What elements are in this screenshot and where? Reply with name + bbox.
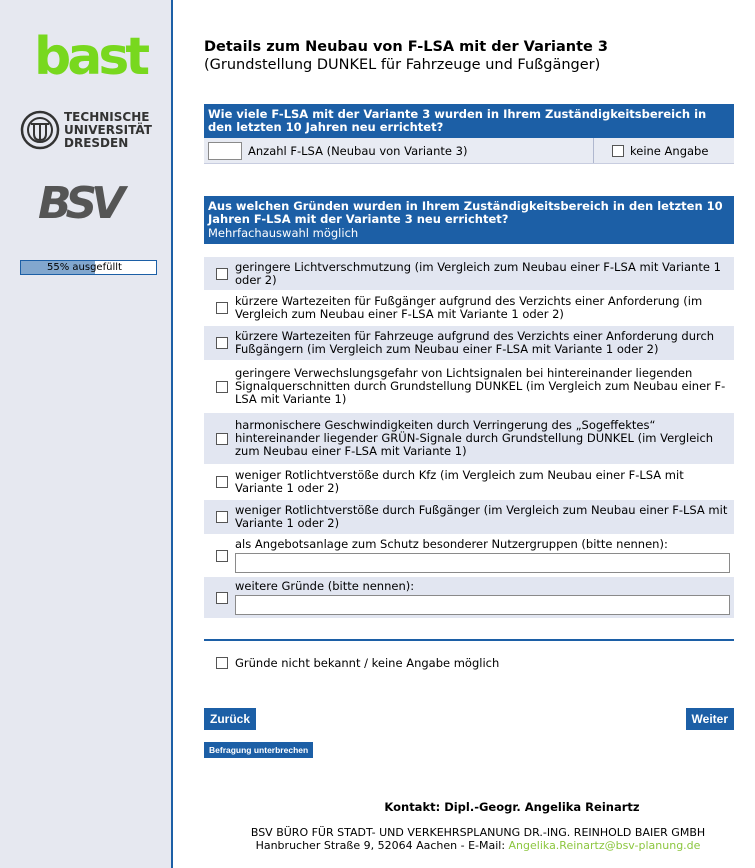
count-input-label: Anzahl F-LSA (Neubau von Variante 3) <box>248 143 468 158</box>
question-count-header: Wie viele F-LSA mit der Variante 3 wurde… <box>204 104 734 138</box>
reason-checkbox[interactable] <box>216 337 228 349</box>
contact-email-link[interactable]: Angelika.Reinartz@bsv-planung.de <box>509 839 701 852</box>
reason-label: weniger Rotlichtverstöße durch Fußgänger… <box>235 503 728 530</box>
reasons-unknown-label: Gründe nicht bekannt / keine Angabe mögl… <box>235 656 500 670</box>
reason-option[interactable]: geringere Verwechslungsgefahr von Lichts… <box>204 361 734 413</box>
no-answer-label: keine Angabe <box>630 143 709 158</box>
spacer <box>204 244 734 257</box>
tud-line-3: DRESDEN <box>64 136 129 150</box>
question-reasons-text: Aus welchen Gründen wurden in Ihrem Zust… <box>208 199 723 226</box>
tu-dresden-seal-icon <box>20 110 60 150</box>
reason-checkbox[interactable] <box>216 432 228 445</box>
contact-line: Kontakt: Dipl.-Geogr. Angelika Reinartz <box>384 800 640 814</box>
reason-option[interactable]: geringere Lichtverschmutzung (im Verglei… <box>204 257 734 291</box>
bast-logo: bast <box>34 27 150 87</box>
reason-label: weitere Gründe (bitte nennen): <box>235 579 415 593</box>
reason-checkbox[interactable] <box>216 549 228 562</box>
user-group-text-field[interactable] <box>235 553 730 573</box>
tu-dresden-wordmark: TECHNISCHE UNIVERSITÄT DRESDEN <box>64 111 152 150</box>
company-name: BSV BÜRO FÜR STADT- UND VERKEHRSPLANUNG … <box>250 826 706 839</box>
reason-option[interactable]: harmonischere Geschwindigkeiten durch Ve… <box>204 413 734 465</box>
next-button[interactable]: Weiter <box>685 708 734 730</box>
question-reasons: Aus welchen Gründen wurden in Ihrem Zust… <box>204 196 734 619</box>
tu-dresden-logo: TECHNISCHE UNIVERSITÄT DRESDEN <box>20 108 160 158</box>
multi-select-hint: Mehrfachauswahl möglich <box>208 226 359 240</box>
bsv-logo: BSV <box>38 180 134 222</box>
page-subtitle: (Grundstellung DUNKEL für Fahrzeuge und … <box>204 57 601 73</box>
question-reasons-header: Aus welchen Gründen wurden in Ihrem Zust… <box>204 196 734 244</box>
reason-label: als Angebotsanlage zum Schutz besonderer… <box>235 537 668 551</box>
reason-option[interactable]: kürzere Wartezeiten für Fahrzeuge aufgru… <box>204 326 734 361</box>
company-info: BSV BÜRO FÜR STADT- UND VERKEHRSPLANUNG … <box>222 826 734 852</box>
pause-survey-button[interactable]: Befragung unterbrechen <box>204 742 314 758</box>
no-answer-cell: keine Angabe <box>594 138 734 163</box>
reason-label: kürzere Wartezeiten für Fußgänger aufgru… <box>235 294 703 321</box>
other-reasons-text-field[interactable] <box>235 595 730 615</box>
reason-checkbox[interactable] <box>216 476 228 488</box>
reason-label: kürzere Wartezeiten für Fahrzeuge aufgru… <box>235 329 715 356</box>
reason-option-other-group[interactable]: als Angebotsanlage zum Schutz besonderer… <box>204 535 734 577</box>
reasons-list: geringere Lichtverschmutzung (im Verglei… <box>204 257 734 619</box>
page-title: Details zum Neubau von F-LSA mit der Var… <box>204 39 608 55</box>
reasons-unknown-option[interactable]: Gründe nicht bekannt / keine Angabe mögl… <box>216 656 499 670</box>
divider <box>204 639 734 641</box>
no-answer-checkbox[interactable] <box>612 144 624 157</box>
bsv-logo-text: BSV <box>38 180 128 222</box>
reason-checkbox[interactable] <box>216 267 228 280</box>
reason-checkbox[interactable] <box>216 380 228 393</box>
reason-option[interactable]: weniger Rotlichtverstöße durch Fußgänger… <box>204 500 734 535</box>
back-button[interactable]: Zurück <box>204 708 257 730</box>
reason-option[interactable]: kürzere Wartezeiten für Fußgänger aufgru… <box>204 291 734 326</box>
progress-bar: 55% ausgefüllt <box>20 260 157 275</box>
reason-checkbox[interactable] <box>216 591 228 604</box>
reason-checkbox[interactable] <box>216 511 228 523</box>
question-count: Wie viele F-LSA mit der Variante 3 wurde… <box>204 104 734 164</box>
reason-checkbox[interactable] <box>216 302 228 314</box>
reason-label: geringere Verwechslungsgefahr von Lichts… <box>235 366 726 406</box>
question-count-row: Anzahl F-LSA (Neubau von Variante 3) kei… <box>204 138 734 164</box>
sidebar: bast TECHNISCHE UNIVERSITÄT DRESDEN BSV … <box>0 0 173 868</box>
company-address: Hanbrucher Straße 9, 52064 Aachen - E-Ma… <box>255 839 509 852</box>
count-input-cell: Anzahl F-LSA (Neubau von Variante 3) <box>204 138 594 163</box>
count-input[interactable] <box>208 141 242 160</box>
company-address-line: Hanbrucher Straße 9, 52064 Aachen - E-Ma… <box>222 839 734 852</box>
progress-label: 55% ausgefüllt <box>47 262 122 273</box>
footer: Kontakt: Dipl.-Geogr. Angelika Reinartz … <box>204 800 734 852</box>
reasons-unknown-checkbox[interactable] <box>216 657 228 669</box>
reason-label: geringere Lichtverschmutzung (im Verglei… <box>235 259 721 287</box>
reason-option-other[interactable]: weitere Gründe (bitte nennen): <box>204 577 734 619</box>
reason-label: weniger Rotlichtverstöße durch Kfz (im V… <box>235 468 684 495</box>
reason-label: harmonischere Geschwindigkeiten durch Ve… <box>235 418 714 458</box>
reason-option[interactable]: weniger Rotlichtverstöße durch Kfz (im V… <box>204 465 734 500</box>
